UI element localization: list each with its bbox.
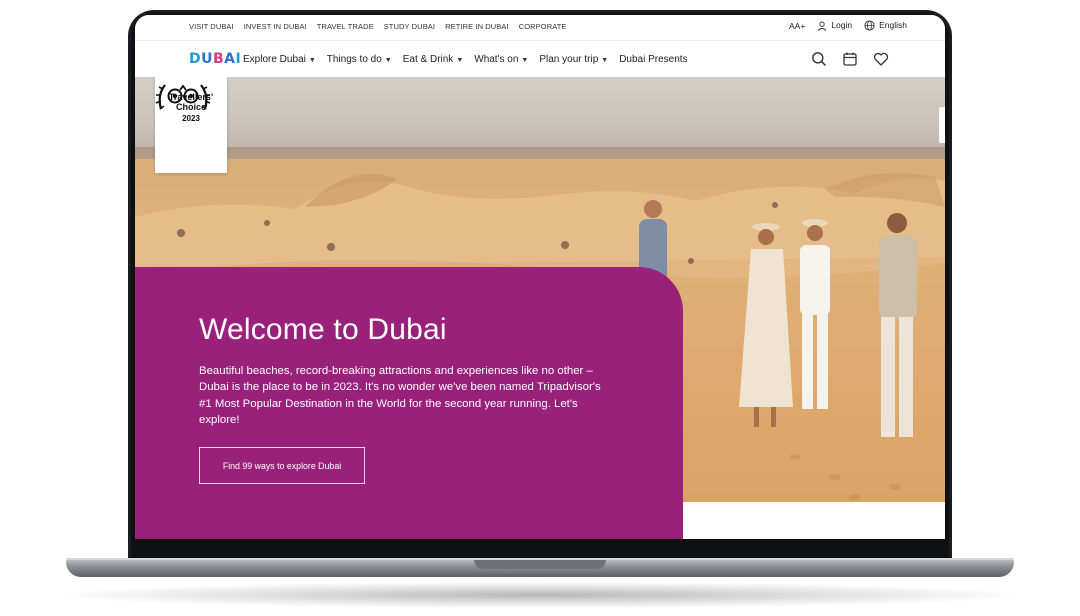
utility-actions: AA+ Login English <box>789 20 907 31</box>
calendar-icon[interactable] <box>842 51 858 67</box>
chevron-down-icon: ▼ <box>384 57 392 64</box>
utility-links: VISIT DUBAI INVEST IN DUBAI TRAVEL TRADE… <box>189 22 567 31</box>
font-size-toggle[interactable]: AA+ <box>789 21 805 31</box>
main-nav: DUBAI Explore Dubai ▼ Things to do ▼ Eat &… <box>135 41 945 77</box>
utility-bar: VISIT DUBAI INVEST IN DUBAI TRAVEL TRADE… <box>135 15 945 41</box>
dubai-logo[interactable]: DUBAI <box>189 51 241 67</box>
nav-label: Explore Dubai <box>243 54 306 65</box>
nav-item-explore-dubai[interactable]: Explore Dubai ▼ <box>243 54 316 65</box>
utility-link-invest[interactable]: INVEST IN DUBAI <box>244 22 307 31</box>
nav-label: Eat & Drink <box>402 54 454 65</box>
travellers-choice-badge: Travellers' Choice 2023 <box>155 77 227 173</box>
globe-icon <box>864 20 875 31</box>
heart-icon[interactable] <box>873 51 889 67</box>
chevron-down-icon: ▼ <box>308 57 316 64</box>
nav-icons <box>811 51 889 67</box>
nav-item-whats-on[interactable]: What's on ▼ <box>474 54 528 65</box>
utility-link-travel-trade[interactable]: TRAVEL TRADE <box>317 22 374 31</box>
explore-cta-button[interactable]: Find 99 ways to explore Dubai <box>199 447 365 484</box>
utility-link-corporate[interactable]: CORPORATE <box>519 22 567 31</box>
utility-link-study[interactable]: STUDY DUBAI <box>384 22 435 31</box>
screen-bottom-bezel <box>135 539 945 559</box>
nav-label: Dubai Presents <box>619 54 688 65</box>
nav-label: Things to do <box>326 54 382 65</box>
hero-bottom-strip <box>683 502 945 539</box>
user-icon <box>817 21 827 31</box>
chevron-down-icon: ▼ <box>601 57 609 64</box>
chevron-down-icon: ▼ <box>521 57 529 64</box>
login-label: Login <box>831 20 853 31</box>
nav-label: What's on <box>474 54 519 65</box>
nav-item-eat-drink[interactable]: Eat & Drink ▼ <box>403 54 464 65</box>
badge-year: 2023 <box>182 114 200 123</box>
login-link[interactable]: Login <box>817 20 852 31</box>
language-label: English <box>879 20 907 30</box>
utility-link-retire[interactable]: RETIRE IN DUBAI <box>445 22 509 31</box>
hero-description: Beautiful beaches, record-breaking attra… <box>199 365 601 426</box>
laptop-shadow <box>60 582 1020 608</box>
language-selector[interactable]: English <box>864 20 907 31</box>
utility-link-visit-dubai[interactable]: VISIT DUBAI <box>189 22 234 31</box>
search-icon[interactable] <box>811 51 827 67</box>
chevron-down-icon: ▼ <box>456 57 464 64</box>
nav-label: Plan your trip <box>539 54 599 65</box>
nav-item-dubai-presents[interactable]: Dubai Presents <box>619 54 687 65</box>
device-mockup: VISIT DUBAI INVEST IN DUBAI TRAVEL TRADE… <box>0 0 1080 616</box>
tripadvisor-owl-icon <box>155 84 211 110</box>
nav-menu: Explore Dubai ▼ Things to do ▼ Eat & Drink… <box>243 54 688 65</box>
browser-viewport: VISIT DUBAI INVEST IN DUBAI TRAVEL TRADE… <box>135 15 945 539</box>
nav-item-things-to-do[interactable]: Things to do ▼ <box>327 54 392 65</box>
scroll-indicator[interactable] <box>939 107 945 143</box>
hero-section: Travellers' Choice 2023 Welcome to Dubai <box>135 77 945 539</box>
hero-title: Welcome to Dubai <box>199 313 447 346</box>
laptop-notch <box>474 560 606 569</box>
nav-item-plan-your-trip[interactable]: Plan your trip ▼ <box>539 54 608 65</box>
